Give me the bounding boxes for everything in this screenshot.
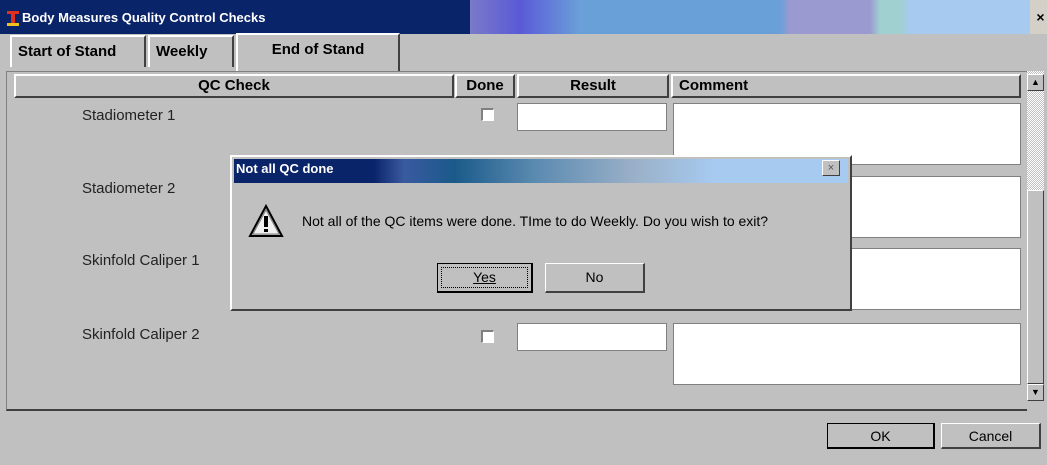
dialog-message: Not all of the QC items were done. TIme … <box>302 213 769 229</box>
no-button-label: No <box>585 269 604 285</box>
dialog-close-icon[interactable]: × <box>822 160 840 176</box>
row-label-skinfold-caliper-2: Skinfold Caliper 2 <box>82 326 200 343</box>
done-checkbox-stadiometer-1[interactable] <box>481 108 494 121</box>
scroll-down-icon[interactable]: ▼ <box>1027 384 1044 401</box>
tab-start-of-stand[interactable]: Start of Stand <box>10 35 146 67</box>
row-label-stadiometer-1: Stadiometer 1 <box>82 107 176 124</box>
focus-rect <box>441 267 528 288</box>
result-field-skinfold-caliper-2[interactable] <box>517 323 667 351</box>
column-header-qc-check[interactable]: QC Check <box>14 74 454 98</box>
app-icon <box>7 11 19 26</box>
tab-weekly[interactable]: Weekly <box>148 35 234 67</box>
window-close-icon[interactable]: × <box>1034 9 1047 25</box>
row-label-stadiometer-2: Stadiometer 2 <box>82 180 176 197</box>
scroll-up-icon[interactable]: ▲ <box>1027 74 1044 91</box>
comment-field-skinfold-caliper-2[interactable] <box>673 323 1021 385</box>
no-button[interactable]: No <box>545 263 645 293</box>
warning-icon <box>248 203 284 237</box>
window-title: Body Measures Quality Control Checks <box>22 10 266 25</box>
result-field-stadiometer-1[interactable] <box>517 103 667 131</box>
dialog-title: Not all QC done <box>236 161 334 176</box>
tab-end-of-stand[interactable]: End of Stand <box>236 33 400 71</box>
ok-button[interactable]: OK <box>827 423 935 449</box>
done-checkbox-skinfold-caliper-2[interactable] <box>481 330 494 343</box>
column-header-result[interactable]: Result <box>517 74 669 98</box>
column-header-done[interactable]: Done <box>455 74 515 98</box>
not-all-qc-done-dialog: Not all QC done × Not all of the QC item… <box>230 155 852 311</box>
column-header-comment[interactable]: Comment <box>671 74 1021 98</box>
scrollbar-thumb[interactable] <box>1027 190 1044 384</box>
yes-button[interactable]: Yes <box>437 263 533 293</box>
row-label-skinfold-caliper-1: Skinfold Caliper 1 <box>82 252 200 269</box>
cancel-button[interactable]: Cancel <box>941 423 1041 449</box>
